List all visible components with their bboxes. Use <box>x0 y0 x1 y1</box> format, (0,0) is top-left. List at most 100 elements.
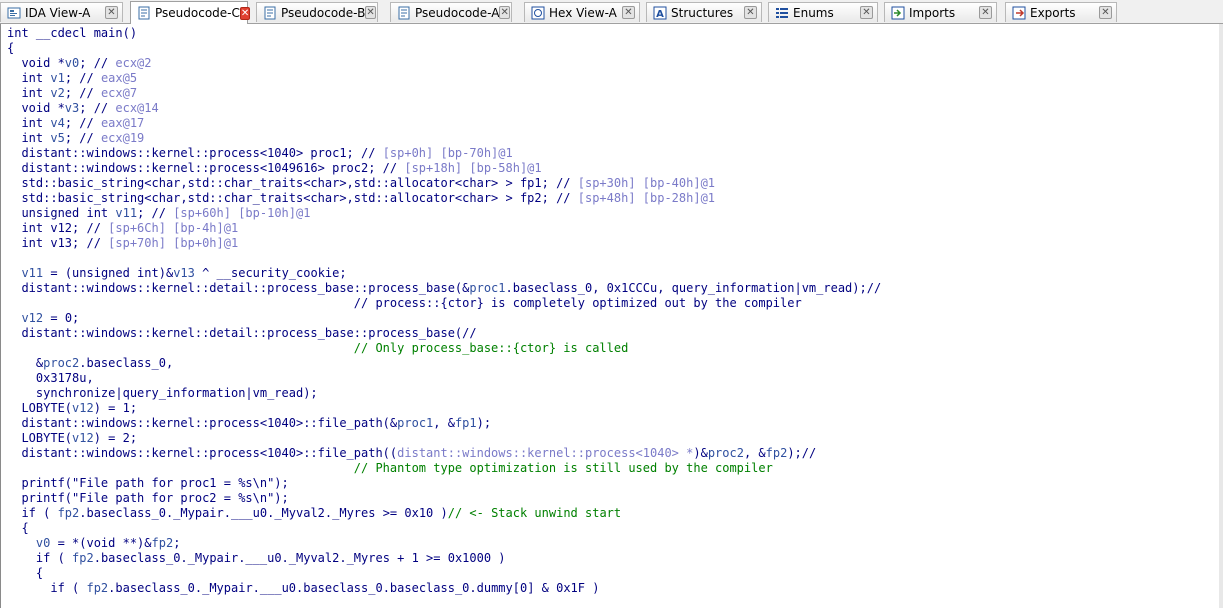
close-icon[interactable]: ✕ <box>622 6 635 19</box>
tab-imports[interactable]: Imports ✕ <box>884 2 997 22</box>
close-icon[interactable]: ✕ <box>499 6 510 19</box>
variable-token[interactable]: proc1 <box>397 416 433 430</box>
variable-token[interactable]: fp2 <box>72 551 94 565</box>
variable-token[interactable]: v12 <box>21 311 43 325</box>
code-line[interactable]: v12 = 0; <box>7 311 79 326</box>
code-line[interactable]: int v1; // eax@5 <box>7 71 137 86</box>
variable-token[interactable]: fp2 <box>766 446 788 460</box>
variable-token[interactable]: v0 <box>36 536 50 550</box>
code-token: ) = 1; <box>93 401 138 415</box>
variable-token[interactable]: proc2 <box>708 446 744 460</box>
code-line[interactable]: std::basic_string<char,std::char_traits<… <box>7 176 715 191</box>
code-line[interactable]: LOBYTE(v12) = 2; <box>7 431 137 446</box>
code-line[interactable]: { <box>7 41 14 56</box>
code-token: distant::windows::kernel::process<1040>:… <box>7 416 398 430</box>
code-line[interactable]: distant::windows::kernel::process<1040> … <box>7 146 513 161</box>
tab-pseudocode-b[interactable]: Pseudocode-B ✕ <box>256 2 378 22</box>
code-token: ; // <box>137 206 174 220</box>
code-line[interactable]: distant::windows::kernel::detail::proces… <box>7 326 476 341</box>
variable-token[interactable]: v12 <box>72 401 94 415</box>
variable-token[interactable]: fp2 <box>86 581 108 595</box>
close-icon[interactable]: ✕ <box>1099 6 1112 19</box>
code-line[interactable]: int v4; // eax@17 <box>7 116 144 131</box>
variable-token[interactable]: fp1 <box>455 416 477 430</box>
code-line[interactable]: unsigned int v11; // [sp+60h] [bp-10h]@1 <box>7 206 310 221</box>
variable-token[interactable]: v5 <box>50 131 64 145</box>
code-line[interactable]: std::basic_string<char,std::char_traits<… <box>7 191 715 206</box>
comment-address: [sp+0h] [bp-70h]@1 <box>382 146 513 160</box>
code-line[interactable]: // process::{ctor} is completely optimiz… <box>7 296 802 311</box>
close-icon[interactable]: ✕ <box>239 6 251 20</box>
code-line[interactable]: v11 = (unsigned int)&v13 ^ __security_co… <box>7 266 346 281</box>
comment-address: distant::windows::kernel::process<1040> … <box>397 446 694 460</box>
tab-label: Imports <box>909 5 956 20</box>
comment-text: // Only process_base::{ctor} is called <box>7 341 629 355</box>
tab-pseudocode-a[interactable]: Pseudocode-A ✕ <box>390 2 512 22</box>
code-token: int v13; // <box>7 236 109 250</box>
code-line[interactable]: { <box>7 566 43 581</box>
close-icon[interactable]: ✕ <box>744 6 757 19</box>
code-line[interactable]: printf("File path for proc1 = %s\n"); <box>7 476 288 491</box>
code-line[interactable]: synchronize|query_information|vm_read); <box>7 386 318 401</box>
comment-address: [sp+30h] [bp-40h]@1 <box>577 176 716 190</box>
variable-token[interactable]: v0 <box>65 56 79 70</box>
close-icon[interactable]: ✕ <box>365 6 376 19</box>
tab-pseudocode-c[interactable]: Pseudocode-C ✕ <box>130 1 251 24</box>
tab-hex-view-a[interactable]: Hex View-A ✕ <box>524 2 640 22</box>
code-line[interactable]: distant::windows::kernel::detail::proces… <box>7 281 881 296</box>
code-token: distant::windows::kernel::detail::proces… <box>7 281 470 295</box>
code-token: ; // <box>64 71 101 85</box>
code-line[interactable]: distant::windows::kernel::process<104961… <box>7 161 541 176</box>
tab-ida-view-a[interactable]: IDA View-A ✕ <box>0 2 123 22</box>
code-line[interactable]: &proc2.baseclass_0, <box>7 356 173 371</box>
pseudocode-icon <box>137 6 151 20</box>
code-line[interactable]: if ( fp2.baseclass_0._Mypair.___u0._Myva… <box>7 506 621 521</box>
code-line[interactable]: { <box>7 521 28 536</box>
code-line[interactable]: LOBYTE(v12) = 1; <box>7 401 137 416</box>
variable-token[interactable]: v13 <box>173 266 195 280</box>
code-line[interactable]: if ( fp2.baseclass_0._Mypair.___u0._Myva… <box>7 551 506 566</box>
code-token: std::basic_string<char,std::char_traits<… <box>7 176 578 190</box>
code-line[interactable]: int v2; // ecx@7 <box>7 86 137 101</box>
code-line[interactable]: // Phantom type optimization is still us… <box>7 461 773 476</box>
code-line[interactable]: printf("File path for proc2 = %s\n"); <box>7 491 288 506</box>
variable-token[interactable]: v2 <box>50 86 64 100</box>
close-icon[interactable]: ✕ <box>860 6 873 19</box>
code-token: ; // <box>64 86 101 100</box>
code-line[interactable]: if ( fp2.baseclass_0._Mypair.___u0.basec… <box>7 581 599 596</box>
code-line[interactable]: int __cdecl main() <box>7 26 137 41</box>
code-line[interactable]: void *v3; // ecx@14 <box>7 101 158 116</box>
code-line[interactable]: v0 = *(void **)&fp2; <box>7 536 181 551</box>
pseudocode-icon <box>397 6 411 20</box>
code-token: & <box>7 356 44 370</box>
tab-enums[interactable]: Enums ✕ <box>768 2 878 22</box>
code-line[interactable]: distant::windows::kernel::process<1040>:… <box>7 446 816 461</box>
vertical-scrollbar[interactable] <box>1219 24 1223 608</box>
pseudocode-icon <box>263 6 277 20</box>
variable-token[interactable]: v11 <box>115 206 137 220</box>
tab-structures[interactable]: A Structures ✕ <box>646 2 762 22</box>
variable-token[interactable]: v12 <box>72 431 94 445</box>
code-line[interactable]: int v13; // [sp+70h] [bp+0h]@1 <box>7 236 238 251</box>
close-icon[interactable]: ✕ <box>105 6 118 19</box>
code-line[interactable]: void *v0; // ecx@2 <box>7 56 151 71</box>
variable-token[interactable]: fp2 <box>58 506 80 520</box>
tab-exports[interactable]: Exports ✕ <box>1005 2 1117 22</box>
code-line[interactable]: int v5; // ecx@19 <box>7 131 144 146</box>
code-token: int <box>7 131 51 145</box>
code-line[interactable]: int v12; // [sp+6Ch] [bp-4h]@1 <box>7 221 238 236</box>
variable-token[interactable]: proc1 <box>469 281 505 295</box>
variable-token[interactable]: v3 <box>65 101 79 115</box>
pseudocode-editor[interactable]: int __cdecl main(){ void *v0; // ecx@2 i… <box>0 24 1223 608</box>
code-line[interactable]: 0x3178u, <box>7 371 94 386</box>
variable-token[interactable]: proc2 <box>43 356 79 370</box>
code-line[interactable]: distant::windows::kernel::process<1040>:… <box>7 416 491 431</box>
variable-token[interactable]: v4 <box>50 116 64 130</box>
code-line[interactable]: // Only process_base::{ctor} is called <box>7 341 629 356</box>
variable-token[interactable]: v11 <box>21 266 43 280</box>
variable-token[interactable]: fp2 <box>152 536 174 550</box>
close-icon[interactable]: ✕ <box>979 6 992 19</box>
variable-token[interactable]: v1 <box>50 71 64 85</box>
